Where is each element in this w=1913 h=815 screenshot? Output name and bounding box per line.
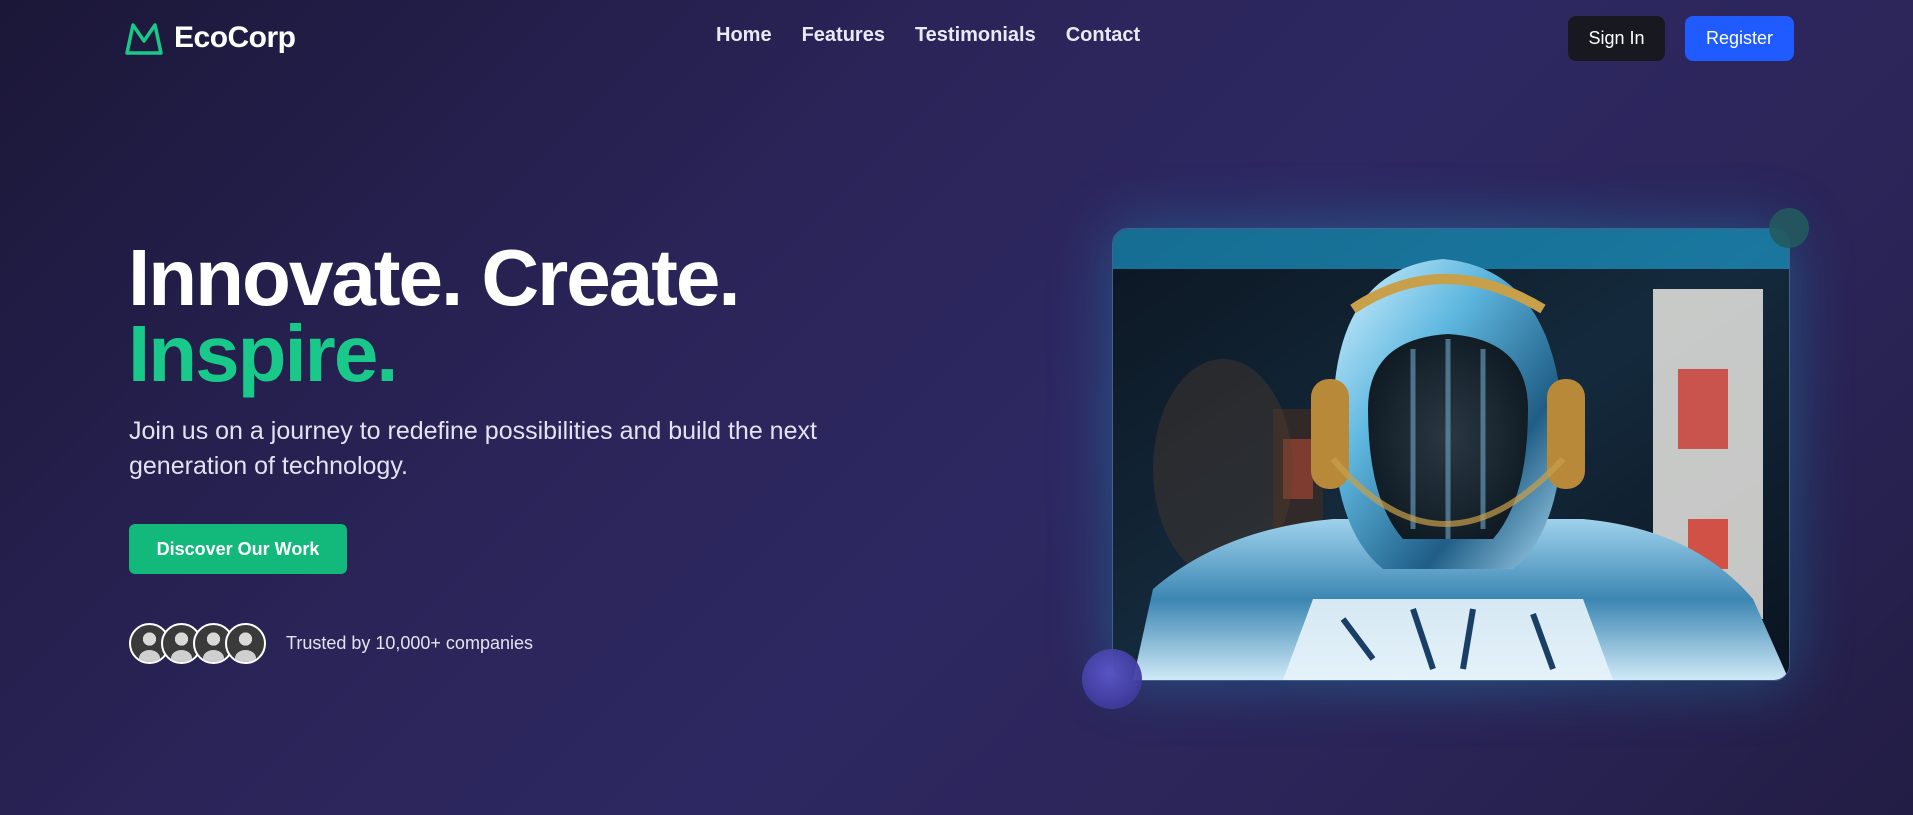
discover-work-button[interactable]: Discover Our Work — [129, 524, 347, 574]
decorative-circle — [1769, 208, 1809, 248]
decorative-circle — [1082, 649, 1142, 709]
robot-illustration — [1113, 229, 1789, 680]
hero-title-line2: Inspire. — [128, 309, 399, 398]
nav-link-home[interactable]: Home — [716, 24, 772, 47]
avatar — [225, 623, 266, 664]
hero-title: Innovate. Create. Inspire. — [128, 233, 741, 398]
trust-row: Trusted by 10,000+ companies — [129, 623, 533, 664]
avatar-group — [129, 623, 266, 664]
nav-link-testimonials[interactable]: Testimonials — [915, 24, 1036, 47]
trust-text: Trusted by 10,000+ companies — [286, 633, 533, 653]
brand-name: EcoCorp — [174, 21, 296, 54]
mountain-logo-icon — [125, 23, 163, 55]
nav-link-features[interactable]: Features — [802, 24, 885, 47]
sign-in-button[interactable]: Sign In — [1568, 16, 1665, 61]
top-navbar: EcoCorp Home Features Testimonials Conta… — [0, 0, 1913, 78]
main-nav: Home Features Testimonials Contact — [716, 24, 1140, 47]
register-button[interactable]: Register — [1685, 16, 1794, 61]
hero-image — [1112, 228, 1790, 681]
nav-link-contact[interactable]: Contact — [1066, 24, 1140, 47]
hero-subtitle: Join us on a journey to redefine possibi… — [129, 417, 817, 480]
brand-logo[interactable]: EcoCorp — [124, 20, 296, 56]
hero-title-line1: Innovate. Create. — [128, 233, 741, 322]
